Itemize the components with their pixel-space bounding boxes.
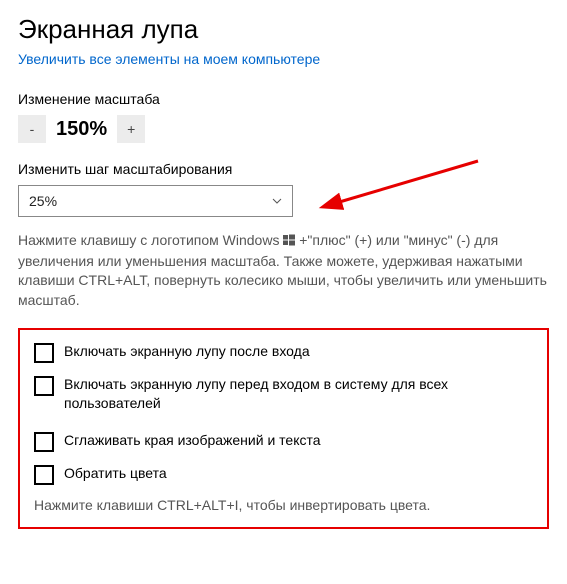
keyboard-hint: Нажмите клавишу с логотипом Windows +"пл… [18,231,548,310]
label-invert-colors: Обратить цвета [64,464,167,483]
zoom-value: 150% [56,118,107,141]
checkbox-invert-colors[interactable] [34,465,54,485]
zoom-level-label: Изменение масштаба [18,91,549,107]
label-start-after-signin: Включать экранную лупу после входа [64,342,310,361]
zoom-step-dropdown[interactable]: 25% [18,185,293,217]
options-group-annotation: Включать экранную лупу после входа Включ… [18,328,549,529]
label-smooth-edges: Сглаживать края изображений и текста [64,431,321,450]
label-start-before-signin: Включать экранную лупу перед входом в си… [64,375,533,413]
checkbox-smooth-edges[interactable] [34,432,54,452]
page-title: Экранная лупа [18,14,549,45]
zoom-out-button[interactable]: - [18,115,46,143]
chevron-down-icon [270,194,284,208]
checkbox-start-before-signin[interactable] [34,376,54,396]
zoom-in-button[interactable]: + [117,115,145,143]
enlarge-everything-link[interactable]: Увеличить все элементы на моем компьютер… [18,51,320,67]
invert-colors-hint: Нажмите клавиши CTRL+ALT+I, чтобы инверт… [34,497,533,513]
zoom-step-value: 25% [29,193,57,209]
zoom-step-label: Изменить шаг масштабирования [18,161,549,177]
checkbox-start-after-signin[interactable] [34,343,54,363]
windows-logo-icon [283,232,295,252]
